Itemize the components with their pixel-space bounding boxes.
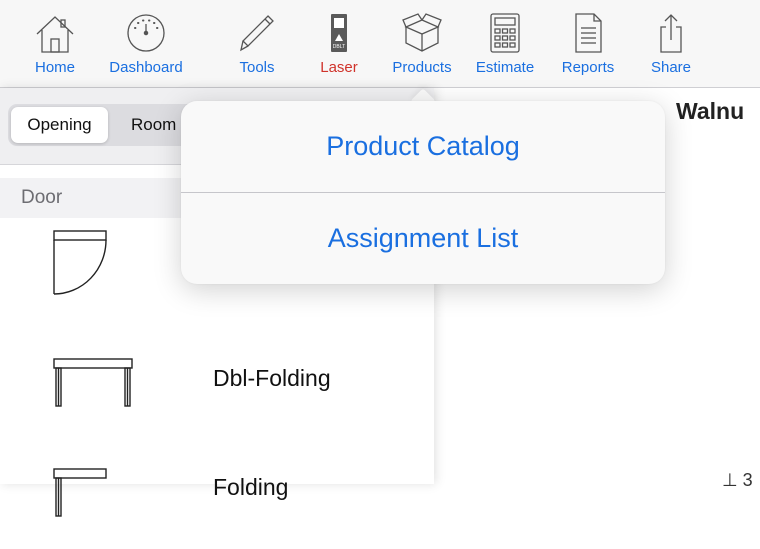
toolbar-dashboard-button[interactable]: Dashboard	[101, 0, 191, 87]
toolbar-products-button[interactable]: Products	[377, 0, 467, 87]
list-item[interactable]: Dbl-Folding	[0, 329, 434, 439]
toolbar-tools-label: Tools	[239, 59, 275, 76]
toolbar-estimate-label: Estimate	[475, 59, 535, 76]
pencil-icon	[235, 12, 279, 54]
menu-item-assignment-list[interactable]: Assignment List	[181, 193, 665, 284]
house-icon	[33, 12, 77, 54]
laser-icon-text: DBLT	[333, 44, 345, 50]
toolbar-dashboard-label: Dashboard	[109, 59, 183, 76]
toolbar-estimate-button[interactable]: Estimate	[460, 0, 550, 87]
double-folding-door-icon	[48, 339, 138, 409]
share-icon	[649, 12, 693, 54]
box-icon	[400, 12, 444, 54]
toolbar-home-button[interactable]: Home	[10, 0, 100, 87]
list-item-name: Folding	[213, 474, 289, 500]
toolbar-laser-label: Laser	[320, 59, 358, 76]
right-panel-title: Walnu	[676, 98, 745, 124]
toolbar-products-label: Products	[392, 59, 452, 76]
toolbar-reports-label: Reports	[561, 59, 615, 76]
calculator-icon	[483, 12, 527, 54]
toolbar-reports-button[interactable]: Reports	[543, 0, 633, 87]
folding-door-icon	[48, 467, 138, 537]
swing-door-icon	[48, 229, 138, 299]
toolbar-share-label: Share	[650, 59, 692, 76]
toolbar-tools-button[interactable]: Tools	[212, 0, 302, 87]
menu-item-product-catalog[interactable]: Product Catalog	[181, 101, 665, 192]
list-item[interactable]: Folding	[0, 439, 434, 549]
main-toolbar: Home Dashboard Tools DBLT Laser Products…	[0, 0, 760, 88]
products-popover-menu: Product Catalog Assignment List	[181, 101, 665, 284]
segment-room[interactable]: Room	[131, 107, 176, 143]
right-panel-corner-text: ⊥ 3	[722, 470, 753, 490]
laser-meter-icon: DBLT	[317, 12, 361, 54]
toolbar-laser-button[interactable]: DBLT Laser	[294, 0, 384, 87]
segment-opening[interactable]: Opening	[11, 107, 108, 143]
toolbar-share-button[interactable]: Share	[626, 0, 716, 87]
list-item-name: Dbl-Folding	[213, 365, 331, 391]
gauge-icon	[124, 12, 168, 54]
document-icon	[566, 12, 610, 54]
toolbar-home-label: Home	[34, 59, 75, 76]
